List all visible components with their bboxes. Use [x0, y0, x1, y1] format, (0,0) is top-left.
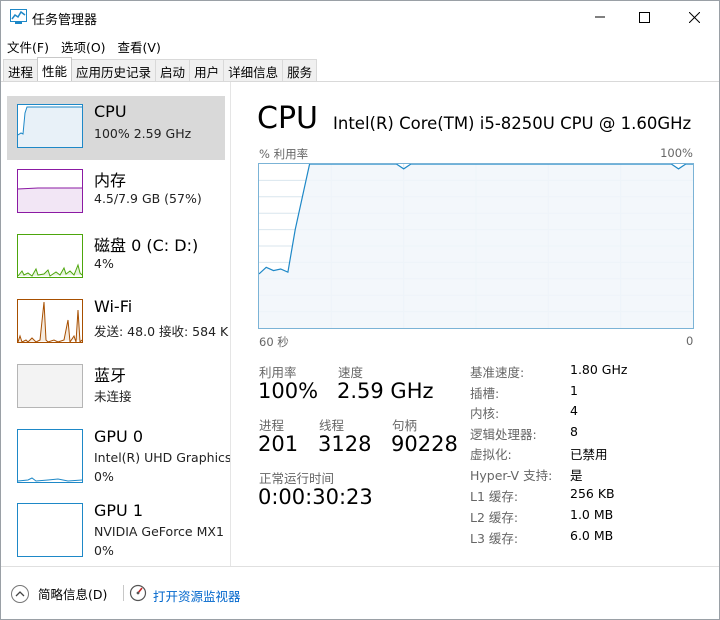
resource-gpu0[interactable]: GPU 0 Intel(R) UHD Graphics 0% — [7, 421, 231, 485]
resource-name: Wi-Fi — [94, 297, 133, 316]
window-title: 任务管理器 — [32, 13, 98, 28]
open-resource-monitor-link[interactable]: 打开资源监视器 — [129, 584, 241, 606]
tab-performance[interactable]: 性能 — [37, 57, 73, 81]
tab-details[interactable]: 详细信息 — [223, 59, 284, 81]
spec-label: 内核: — [470, 406, 500, 421]
uptime-value: 0:00:30:23 — [258, 485, 373, 509]
spec-label: 基准速度: — [470, 365, 525, 380]
utilization-value: 100% — [258, 379, 319, 403]
maximize-button[interactable] — [621, 1, 667, 33]
memory-thumbnail — [17, 169, 83, 213]
graph-label: % 利用率 — [259, 147, 309, 161]
resource-value: 100% 2.59 GHz — [94, 126, 192, 141]
resource-name: GPU 1 — [94, 501, 144, 520]
wifi-thumbnail — [17, 299, 83, 343]
close-icon — [688, 11, 700, 23]
spec-label: 虚拟化: — [470, 447, 512, 462]
spec-value: 是 — [570, 468, 583, 483]
close-button[interactable] — [671, 1, 717, 33]
cpu-usage-graph — [258, 163, 694, 329]
gpu1-thumbnail — [17, 503, 83, 557]
resource-name: 内存 — [94, 171, 127, 190]
detail-title: CPU — [257, 101, 318, 136]
resource-name: GPU 0 — [94, 427, 144, 446]
speed-value: 2.59 GHz — [337, 379, 434, 403]
title-bar[interactable]: 任务管理器 — [1, 1, 719, 33]
panel-divider — [230, 82, 231, 566]
menu-file[interactable]: 文件(F) — [1, 34, 55, 56]
resource-gpu1[interactable]: GPU 1 NVIDIA GeForce MX1 0% — [7, 495, 225, 559]
threads-value: 3128 — [318, 432, 372, 456]
menu-options[interactable]: 选项(O) — [55, 34, 112, 56]
resource-wifi[interactable]: Wi-Fi 发送: 48.0 接收: 584 K — [7, 291, 229, 355]
spec-value: 6.0 MB — [570, 528, 614, 543]
gpu0-thumbnail — [17, 429, 83, 483]
tab-app-history[interactable]: 应用历史记录 — [71, 59, 157, 81]
task-manager-icon — [10, 9, 27, 24]
spec-label: L2 缓存: — [470, 510, 519, 525]
open-resource-monitor-label: 打开资源监视器 — [153, 588, 241, 604]
graph-time-label: 60 秒 — [259, 335, 289, 349]
resource-name: 磁盘 0 (C: D:) — [94, 236, 199, 255]
resource-value: 发送: 48.0 接收: 584 K — [94, 324, 229, 339]
spec-value: 1.80 GHz — [570, 362, 628, 377]
resource-value: NVIDIA GeForce MX1 — [94, 524, 224, 539]
graph-min-label: 0 — [686, 334, 694, 348]
menu-bar: 文件(F) 选项(O) 查看(V) — [1, 34, 719, 56]
resource-monitor-icon — [129, 584, 147, 606]
disk-thumbnail — [17, 234, 83, 278]
spec-value: 1 — [570, 383, 578, 398]
handles-value: 90228 — [391, 432, 458, 456]
processes-value: 201 — [258, 432, 299, 456]
fewer-details-label: 简略信息(D) — [38, 587, 108, 602]
resource-usage: 0% — [94, 469, 114, 484]
tab-processes[interactable]: 进程 — [3, 59, 39, 81]
cpu-thumbnail — [17, 104, 83, 148]
resource-usage: 0% — [94, 543, 114, 558]
tab-users[interactable]: 用户 — [189, 59, 225, 81]
fewer-details-button[interactable]: 简略信息(D) — [11, 584, 107, 603]
resource-cpu[interactable]: CPU 100% 2.59 GHz — [7, 96, 225, 160]
footer: 简略信息(D) 打开资源监视器 — [1, 567, 719, 619]
bluetooth-thumbnail — [17, 364, 83, 408]
resource-disk[interactable]: 磁盘 0 (C: D:) 4% — [7, 226, 225, 290]
spec-label: L1 缓存: — [470, 489, 519, 504]
task-manager-window: 任务管理器 文件(F) 选项(O) 查看(V) 进程 性能 应用历史记录 启动 … — [0, 0, 720, 620]
tab-startup[interactable]: 启动 — [155, 59, 191, 81]
minimize-button[interactable] — [577, 1, 623, 33]
minimize-icon — [595, 16, 605, 18]
resource-name: 蓝牙 — [94, 366, 127, 385]
footer-separator — [123, 585, 124, 601]
tab-services[interactable]: 服务 — [282, 59, 318, 81]
resource-memory[interactable]: 内存 4.5/7.9 GB (57%) — [7, 161, 225, 225]
chevron-up-icon — [11, 584, 29, 603]
cpu-graph-svg — [258, 163, 693, 328]
spec-label: L3 缓存: — [470, 531, 519, 546]
cpu-model: Intel(R) Core(TM) i5-8250U CPU @ 1.60GHz — [333, 114, 692, 133]
resource-name: CPU — [94, 102, 127, 121]
spec-value: 8 — [570, 424, 578, 439]
resource-bluetooth[interactable]: 蓝牙 未连接 — [7, 356, 225, 420]
maximize-icon — [638, 11, 650, 23]
spec-value: 已禁用 — [570, 447, 608, 462]
menu-view[interactable]: 查看(V) — [112, 34, 167, 56]
spec-label: Hyper-V 支持: — [470, 468, 553, 483]
tab-strip: 进程 性能 应用历史记录 启动 用户 详细信息 服务 — [3, 57, 318, 82]
cpu-usage-area — [259, 164, 693, 328]
resource-value: Intel(R) UHD Graphics — [94, 450, 232, 465]
spec-value: 4 — [570, 403, 578, 418]
spec-label: 插槽: — [470, 386, 500, 401]
spec-value: 1.0 MB — [570, 507, 614, 522]
graph-max-label: 100% — [660, 146, 693, 160]
resource-value: 未连接 — [94, 389, 132, 404]
resource-value: 4.5/7.9 GB (57%) — [94, 191, 202, 206]
spec-label: 逻辑处理器: — [470, 427, 537, 442]
resource-value: 4% — [94, 256, 114, 271]
spec-value: 256 KB — [570, 486, 615, 501]
resource-list: CPU 100% 2.59 GHz 内存 4.5/7.9 GB (57%) 磁盘… — [1, 82, 231, 566]
